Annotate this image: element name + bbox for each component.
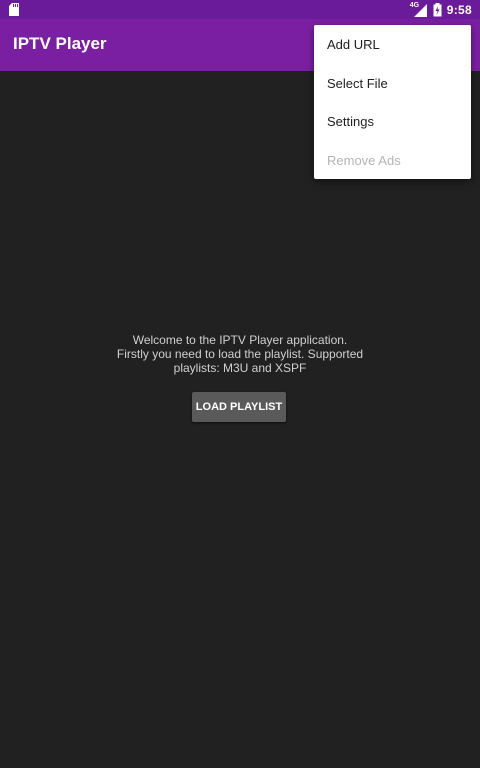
- menu-item-remove-ads: Remove Ads: [327, 152, 401, 168]
- status-icons: 4G 9:58: [409, 0, 472, 19]
- overflow-menu: Add URL Select File Settings Remove Ads: [314, 25, 471, 179]
- app-title: IPTV Player: [13, 34, 107, 53]
- cellular-signal-icon: 4G: [409, 1, 428, 17]
- menu-item-add-url[interactable]: Add URL: [314, 25, 471, 63]
- sd-card-icon: [9, 3, 19, 16]
- welcome-message: Welcome to the IPTV Player application. …: [116, 333, 364, 375]
- battery-icon: [433, 2, 442, 17]
- status-bar: 4G 9:58: [0, 0, 480, 19]
- menu-item-settings[interactable]: Settings: [314, 102, 471, 140]
- load-playlist-button[interactable]: LOAD PLAYLIST: [192, 392, 286, 422]
- status-time: 9:58: [446, 2, 472, 17]
- network-type-label: 4G: [409, 1, 420, 9]
- menu-item-select-file[interactable]: Select File: [314, 64, 471, 102]
